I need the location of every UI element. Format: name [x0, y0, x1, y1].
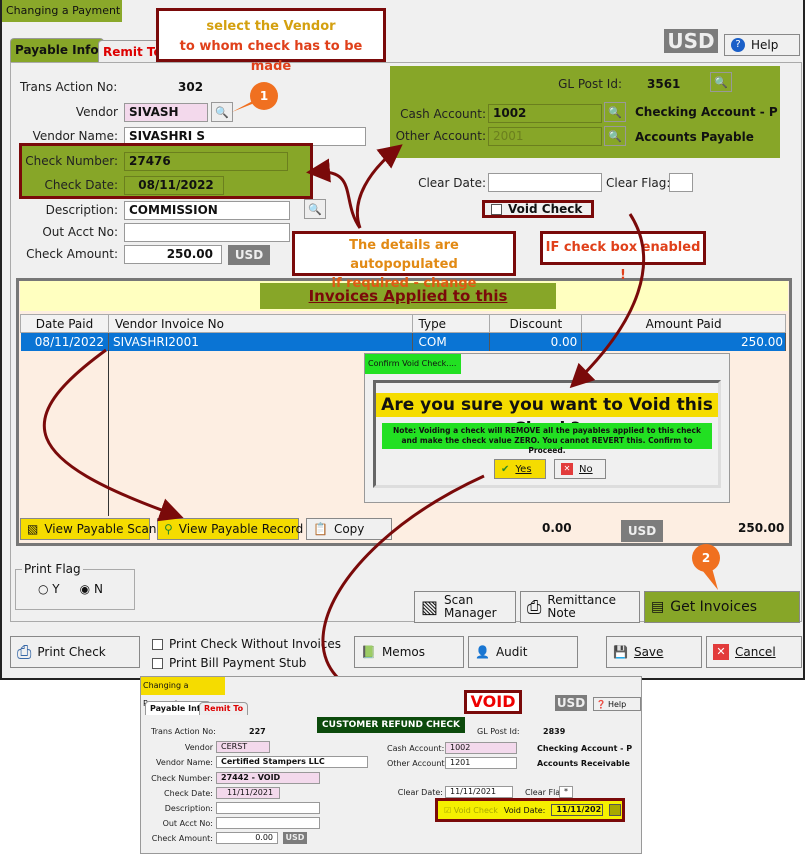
result-cash-account-input[interactable]: 1002: [445, 742, 517, 754]
result-gl-post-label: GL Post Id:: [477, 727, 520, 736]
result-amount-currency: USD: [283, 832, 307, 844]
void-date-label: Void Date:: [503, 805, 546, 815]
result-out-acct-label: Out Acct No:: [162, 819, 213, 828]
result-cash-account-name: Checking Account - P: [537, 744, 633, 753]
void-status-label: VOID: [464, 690, 522, 714]
arrow-to-view-record: [42, 348, 184, 522]
result-vendor-input[interactable]: CERST: [216, 741, 270, 753]
result-banner: CUSTOMER REFUND CHECK: [317, 717, 465, 733]
void-result-window: Changing a Payment Payable Info Remit To…: [140, 676, 642, 854]
void-check-highlight: ☑ Void Check Void Date: 11/11/2021: [435, 798, 625, 822]
result-check-amount-label: Check Amount:: [151, 834, 213, 843]
result-cash-account-label: Cash Account:: [387, 744, 445, 753]
result-title: Changing a Payment: [141, 677, 225, 708]
result-other-account-label: Other Account:: [387, 759, 448, 768]
void-check-checkbox-checked[interactable]: ☑ Void Check: [444, 806, 498, 815]
pointer-step-2: [702, 568, 718, 590]
result-check-date-input[interactable]: 11/11/2021: [216, 787, 280, 799]
result-void-check-label: Void Check: [453, 805, 498, 815]
result-trans-label: Trans Action No:: [151, 727, 216, 736]
pointer-step-1: [232, 96, 262, 112]
result-vendor-label: Vendor: [184, 743, 213, 752]
result-check-number-input[interactable]: 27442 - VOID: [216, 772, 320, 784]
void-date-input[interactable]: 11/11/2021: [551, 804, 604, 816]
arrow-to-void-result: [321, 474, 485, 718]
result-gl-post-value: 2839: [543, 727, 566, 736]
result-description-label: Description:: [164, 804, 213, 813]
result-clear-flag-input[interactable]: *: [559, 786, 573, 798]
result-help-button[interactable]: ❓ Help: [593, 697, 641, 711]
result-check-amount-input[interactable]: 0.00: [216, 832, 278, 844]
result-tab-remit-to[interactable]: Remit To: [199, 702, 249, 715]
result-other-account-name: Accounts Receivable: [537, 759, 630, 768]
result-check-date-label: Check Date:: [164, 789, 213, 798]
result-clear-date-label: Clear Date:: [397, 788, 443, 797]
result-currency: USD: [555, 695, 587, 711]
result-vendor-name-label: Vendor Name:: [156, 758, 213, 767]
help-icon: ❓: [596, 699, 606, 709]
arrow-to-gl-panel: [355, 144, 403, 229]
result-check-number-label: Check Number:: [151, 774, 213, 783]
result-help-label: Help: [607, 699, 627, 709]
result-description-input[interactable]: [216, 802, 320, 814]
calendar-icon[interactable]: [609, 804, 622, 816]
result-trans-value: 227: [249, 727, 266, 736]
result-other-account-input[interactable]: 1201: [445, 757, 517, 769]
arrow-to-dialog: [569, 213, 645, 389]
result-vendor-name-input[interactable]: Certified Stampers LLC: [216, 756, 368, 768]
result-clear-date-input[interactable]: 11/11/2021: [445, 786, 513, 798]
result-out-acct-input[interactable]: [216, 817, 320, 829]
arrow-to-check-details: [306, 158, 362, 229]
